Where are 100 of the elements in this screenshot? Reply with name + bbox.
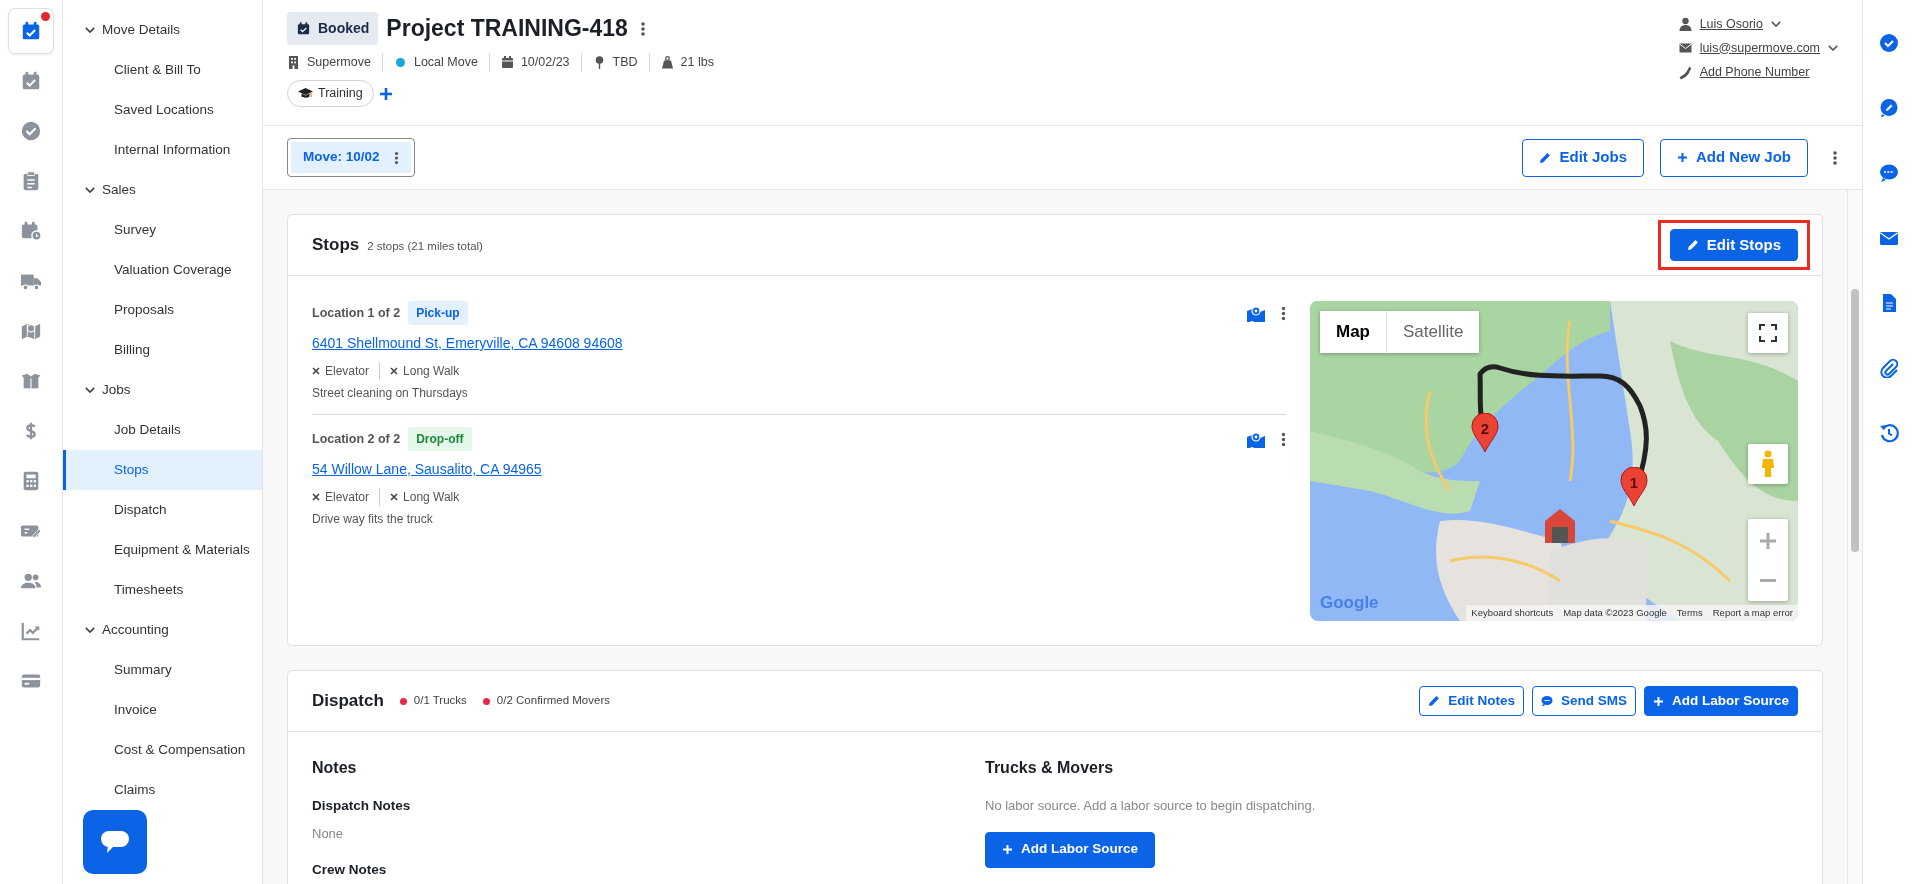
meta-text: 21 lbs: [680, 54, 714, 71]
sidebar-item[interactable]: Valuation Coverage: [63, 250, 262, 290]
sidebar-item[interactable]: Saved Locations: [63, 90, 262, 130]
sidebar-item[interactable]: Stops: [63, 450, 262, 490]
map-type-button[interactable]: Satellite: [1386, 311, 1480, 353]
sidebar-item[interactable]: Internal Information: [63, 130, 262, 170]
plus-icon: [1759, 531, 1777, 550]
sidebar-item[interactable]: Dispatch: [63, 490, 262, 530]
person-icon: [1678, 16, 1692, 32]
map-attribution-link[interactable]: Map data ©2023 Google: [1558, 604, 1672, 621]
check-circle-icon: [20, 120, 42, 142]
map-marker[interactable]: 2: [1471, 413, 1499, 453]
nav-section-toggle[interactable]: Accounting: [63, 610, 262, 650]
map-attribution-link[interactable]: Terms: [1671, 604, 1708, 621]
sidebar-item[interactable]: Cost & Compensation: [63, 730, 262, 770]
kebab-icon: [1281, 306, 1286, 322]
nav-section-toggle[interactable]: Jobs: [63, 370, 262, 410]
chat-bubble-icon: [100, 829, 130, 855]
field-label: Dispatch Notes: [312, 797, 412, 815]
plus-icon: [377, 85, 394, 102]
sidebar-item[interactable]: Survey: [63, 210, 262, 250]
calendar-check-icon: [296, 21, 311, 36]
contact-link[interactable]: luis@supermove.com: [1699, 38, 1820, 58]
sidebar-item[interactable]: Equipment & Materials: [63, 530, 262, 570]
meta-text: TBD: [612, 54, 638, 71]
sidebar-item[interactable]: Billing: [63, 330, 262, 370]
kebab-icon: [1832, 150, 1838, 167]
fullscreen-icon: [1759, 324, 1777, 342]
calendar-icon: [500, 54, 514, 70]
stop-type-badge: Pick-up: [408, 301, 468, 325]
dispatch-action-button[interactable]: Add Labor Source: [1644, 685, 1798, 717]
map-marker[interactable]: 1: [1620, 467, 1648, 507]
location-label: Location 2 of 2: [312, 430, 401, 448]
history-icon: [1879, 423, 1899, 443]
status-badge: Booked: [287, 12, 379, 45]
dispatch-action-button[interactable]: Edit Notes: [1419, 685, 1524, 717]
chat-bubble-icon: [1540, 695, 1553, 707]
nav-section-toggle[interactable]: Move Details: [63, 10, 262, 50]
job-tab[interactable]: Move: 10/02: [291, 142, 411, 173]
add-labor-source-button[interactable]: Add Labor Source: [985, 831, 1155, 868]
attribute-text: Elevator: [325, 489, 370, 506]
plus-icon: [1653, 695, 1664, 707]
location-note: Street cleaning on Thursdays: [312, 385, 469, 402]
job-action-button[interactable]: Edit Jobs: [1522, 138, 1644, 177]
field-label: Crew Notes: [312, 860, 388, 879]
project-title: Project TRAINING-418: [386, 14, 628, 43]
map-attribution-link[interactable]: Keyboard shortcuts: [1466, 604, 1559, 621]
trucks-heading: Trucks & Movers: [985, 758, 1115, 778]
map-attribution-link[interactable]: Report a map error: [1707, 604, 1798, 621]
tag-chip[interactable]: Training: [287, 79, 374, 107]
sidebar-item[interactable]: Client & Bill To: [63, 50, 262, 90]
chevron-icon: [85, 627, 95, 633]
minus-icon: [1760, 579, 1776, 583]
calendar-clock-icon: [20, 220, 42, 242]
plus-icon: [1002, 844, 1013, 855]
line-chart-icon: [20, 620, 42, 642]
edit-stops-button[interactable]: Edit Stops: [1669, 228, 1798, 262]
meta-text: Local Move: [413, 54, 478, 71]
kebab-icon: [393, 150, 399, 165]
location-note: Drive way fits the truck: [312, 511, 434, 528]
meta-text: Supermove: [307, 54, 371, 71]
stops-summary: 2 stops (21 miles total): [367, 239, 483, 255]
sidebar-item[interactable]: Claims: [63, 770, 262, 810]
contact-link[interactable]: Add Phone Number: [1699, 62, 1810, 82]
nav-rail-button[interactable]: [8, 8, 54, 54]
pencil-icon: [1686, 239, 1699, 251]
chat-button[interactable]: [83, 810, 147, 874]
empty-message: No labor source. Add a labor source to begin dispatching.: [985, 797, 1316, 815]
chevron-icon[interactable]: [1770, 21, 1781, 27]
sidebar-item[interactable]: Summary: [63, 650, 262, 690]
scrollbar-thumb[interactable]: [1851, 289, 1859, 552]
status-text: 0/2 Confirmed Movers: [496, 693, 610, 709]
status-text: 0/1 Trucks: [413, 693, 467, 709]
pencil-icon: [1428, 695, 1441, 707]
chevron-icon[interactable]: [1828, 45, 1838, 51]
nav-section-toggle[interactable]: Sales: [63, 170, 262, 210]
field-value: None: [312, 825, 345, 844]
section-title: Dispatch: [312, 690, 384, 713]
kebab-icon: [639, 21, 646, 38]
map-type-button[interactable]: Map: [1320, 311, 1386, 353]
stop-type-badge: Drop-off: [408, 427, 472, 451]
attribute-text: Long Walk: [403, 489, 460, 506]
attribute-text: Long Walk: [403, 363, 460, 380]
calendar-check-icon: [20, 20, 42, 42]
fullscreen-button[interactable]: [1748, 313, 1788, 353]
address-link[interactable]: 6401 Shellmound St, Emeryville, CA 94608 94608: [312, 333, 623, 354]
chevron-icon: [85, 27, 95, 33]
graduation-cap-icon: [298, 86, 313, 100]
sidebar-item[interactable]: Job Details: [63, 410, 262, 450]
plus-icon: [1677, 152, 1688, 163]
job-action-button[interactable]: Add New Job: [1660, 138, 1808, 177]
contact-link[interactable]: Luis Osorio: [1699, 14, 1763, 34]
pegman-icon: [1761, 450, 1775, 478]
dispatch-action-button[interactable]: Send SMS: [1531, 685, 1636, 717]
location-label: Location 1 of 2: [312, 304, 401, 322]
sidebar-item[interactable]: Invoice: [63, 690, 262, 730]
sidebar-item[interactable]: Timesheets: [63, 570, 262, 610]
sms-bubble-icon: [1879, 163, 1899, 183]
sidebar-item[interactable]: Proposals: [63, 290, 262, 330]
address-link[interactable]: 54 Willow Lane, Sausalito, CA 94965: [312, 459, 542, 480]
